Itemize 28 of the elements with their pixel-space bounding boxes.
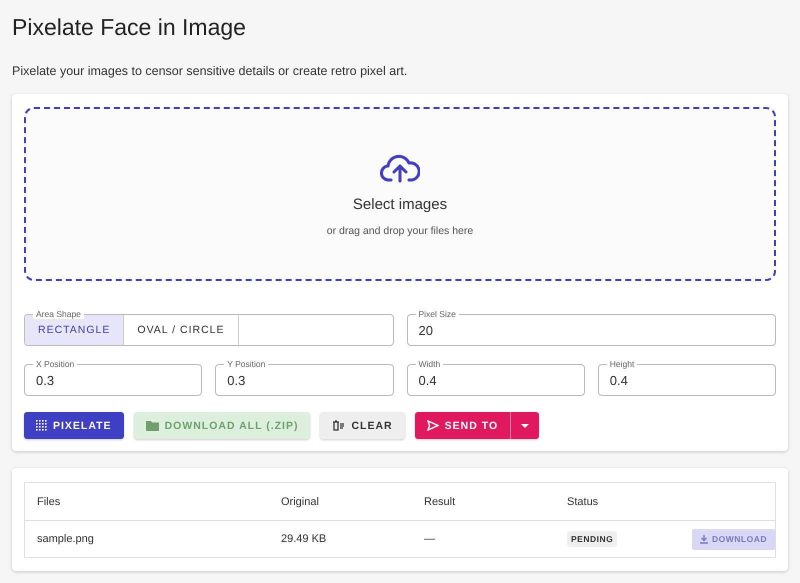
field-label: Height	[606, 359, 638, 369]
download-icon	[700, 534, 708, 544]
clear-button[interactable]: CLEAR	[320, 412, 405, 439]
table-cell-text: —	[424, 533, 436, 545]
column-header: Status	[567, 496, 600, 508]
trash-icon	[332, 420, 346, 431]
column-header: Result	[424, 496, 456, 508]
field-label: Area Shape	[33, 309, 84, 319]
dropzone-hint: or drag and drop your files here	[326, 224, 474, 236]
field-label: Y Position	[224, 359, 268, 369]
field-label: Width	[416, 359, 444, 369]
page-title: Pixelate Face in Image	[12, 14, 247, 42]
dropzone[interactable]: Select images or drag and drop your files here	[24, 107, 776, 281]
status-chip: PENDING	[567, 531, 618, 547]
folder-icon	[146, 420, 159, 431]
page-subtitle: Pixelate your images to censor sensitive details or create retro pixel art.	[12, 64, 408, 78]
send-to-button[interactable]: SEND TO	[414, 412, 512, 439]
table-cell-text: sample.png	[37, 533, 95, 545]
column-header: Original	[281, 496, 320, 508]
field-label: Pixel Size	[416, 309, 459, 319]
pixelate-button[interactable]: PIXELATE	[24, 412, 124, 439]
dropzone-title: Select images	[352, 196, 448, 212]
field-label: X Position	[33, 359, 78, 369]
column-header: Files	[37, 496, 62, 508]
table-cell-text: 29.49 KB	[281, 533, 328, 545]
send-icon	[426, 420, 439, 431]
caret-icon	[521, 424, 530, 428]
grid-icon	[36, 420, 47, 431]
